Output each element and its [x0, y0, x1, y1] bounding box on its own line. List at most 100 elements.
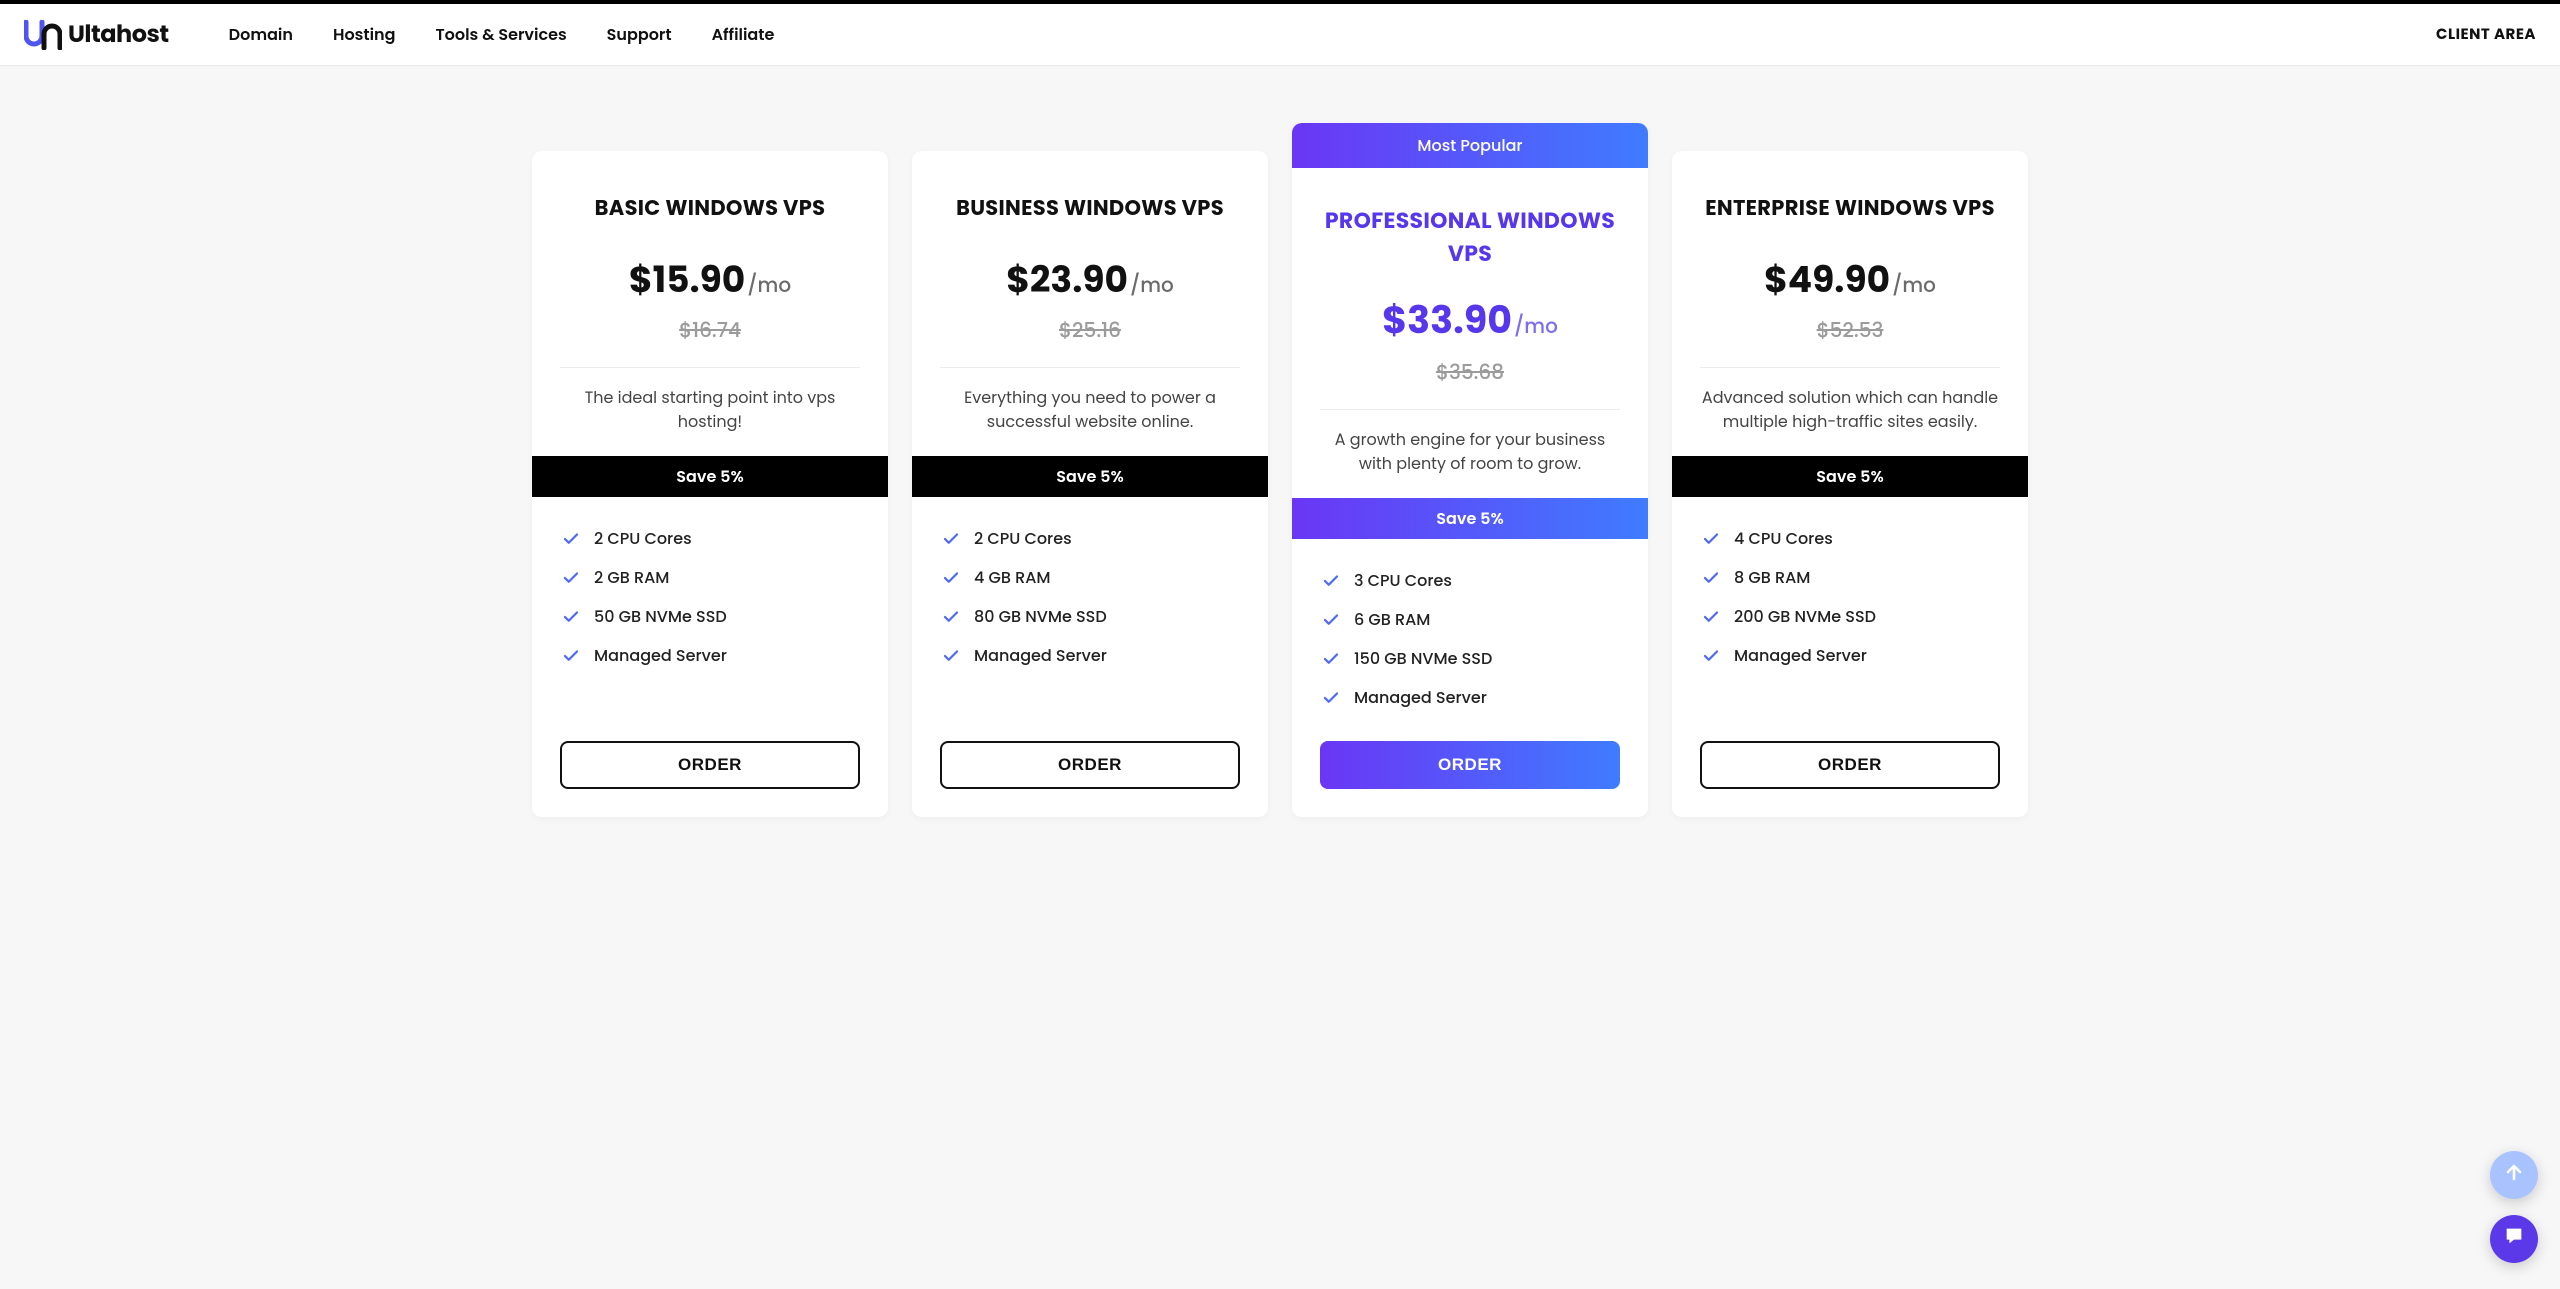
plan-card: BUSINESS WINDOWS VPS$23.90/mo$25.16Every… — [912, 151, 1268, 817]
feature-text: 8 GB RAM — [1734, 565, 1810, 590]
feature-item: 80 GB NVMe SSD — [942, 597, 1238, 636]
feature-item: Managed Server — [562, 636, 858, 675]
feature-item: 4 GB RAM — [942, 558, 1238, 597]
feature-text: 2 CPU Cores — [594, 526, 692, 551]
divider — [1320, 409, 1620, 410]
feature-item: 6 GB RAM — [1322, 600, 1618, 639]
check-icon — [562, 647, 580, 665]
check-icon — [562, 608, 580, 626]
plan-card: Most Popular PROFESSIONAL WINDOWS VPS $33.… — [1292, 123, 1648, 817]
price-period: /mo — [1514, 311, 1558, 341]
check-icon — [942, 608, 960, 626]
feature-item: Managed Server — [1322, 678, 1618, 717]
plan-header: BASIC WINDOWS VPS $15.90/mo $16.74 — [532, 151, 888, 345]
feature-text: Managed Server — [974, 643, 1107, 668]
feature-text: Managed Server — [1354, 685, 1487, 710]
plan-price: $49.90/mo — [1700, 252, 2000, 307]
plan-card: ENTERPRISE WINDOWS VPS $49.90/mo $52.53 Adv… — [1672, 151, 2028, 817]
price-amount: $15.90 — [629, 252, 745, 307]
feature-list: 4 CPU Cores 8 GB RAM 200 GB NVMe SSD Manage… — [1672, 519, 2028, 717]
check-icon — [562, 530, 580, 548]
price-amount: $23.90 — [1006, 252, 1128, 307]
plan-title: PROFESSIONAL WINDOWS VPS — [1320, 204, 1620, 270]
plan-title: ENTERPRISE WINDOWS VPS — [1700, 193, 2000, 224]
feature-text: 4 GB RAM — [974, 565, 1051, 590]
feature-text: 4 CPU Cores — [1734, 526, 1833, 551]
plan-header: BUSINESS WINDOWS VPS$23.90/mo$25.16 — [912, 151, 1268, 345]
feature-item: 8 GB RAM — [1702, 558, 1998, 597]
feature-list: 2 CPU Cores 4 GB RAM 80 GB NVMe SSD Managed… — [912, 519, 1268, 717]
feature-item: 2 CPU Cores — [562, 519, 858, 558]
feature-text: Managed Server — [1734, 643, 1867, 668]
check-icon — [1322, 611, 1340, 629]
nav-tools[interactable]: Tools & Services — [435, 22, 566, 47]
feature-text: 50 GB NVMe SSD — [594, 604, 727, 629]
divider — [940, 367, 1240, 368]
price-amount: $33.90 — [1382, 292, 1512, 349]
check-icon — [1322, 650, 1340, 668]
arrow-up-icon — [2504, 1162, 2524, 1189]
feature-text: 3 CPU Cores — [1354, 568, 1452, 593]
pricing-plans: BASIC WINDOWS VPS $15.90/mo $16.74 The idea… — [0, 66, 2560, 857]
divider — [1700, 367, 2000, 368]
feature-text: 150 GB NVMe SSD — [1354, 646, 1492, 671]
plan-title: BASIC WINDOWS VPS — [560, 193, 860, 224]
check-icon — [942, 530, 960, 548]
feature-item: 4 CPU Cores — [1702, 519, 1998, 558]
order-button[interactable]: ORDER — [940, 741, 1240, 789]
price-period: /mo — [747, 270, 791, 300]
check-icon — [562, 569, 580, 587]
feature-item: 2 GB RAM — [562, 558, 858, 597]
old-price: $25.16 — [940, 315, 1240, 345]
popular-badge: Most Popular — [1292, 123, 1648, 168]
plan-tagline: Advanced solution which can handle multi… — [1672, 386, 2028, 438]
divider — [560, 367, 860, 368]
brand-logo[interactable]: Ultahost — [24, 17, 169, 52]
order-button[interactable]: ORDER — [560, 741, 860, 789]
price-amount: $49.90 — [1764, 252, 1890, 307]
check-icon — [942, 569, 960, 587]
check-icon — [1702, 608, 1720, 626]
check-icon — [1702, 647, 1720, 665]
plan-price: $23.90/mo — [940, 252, 1240, 307]
feature-text: 200 GB NVMe SSD — [1734, 604, 1876, 629]
nav-domain[interactable]: Domain — [229, 22, 293, 47]
price-period: /mo — [1892, 270, 1936, 300]
chat-icon — [2503, 1225, 2525, 1254]
feature-item: 2 CPU Cores — [942, 519, 1238, 558]
plan-tagline: Everything you need to power a successfu… — [912, 386, 1268, 438]
check-icon — [942, 647, 960, 665]
plan-price: $15.90/mo — [560, 252, 860, 307]
site-header: Ultahost Domain Hosting Tools & Services… — [0, 4, 2560, 66]
save-band: Save 5% — [912, 456, 1268, 497]
client-area-link[interactable]: CLIENT AREA — [2436, 23, 2536, 46]
feature-item: 3 CPU Cores — [1322, 561, 1618, 600]
check-icon — [1322, 572, 1340, 590]
order-button[interactable]: ORDER — [1320, 741, 1620, 789]
save-band: Save 5% — [1672, 456, 2028, 497]
feature-item: 150 GB NVMe SSD — [1322, 639, 1618, 678]
feature-text: 2 CPU Cores — [974, 526, 1072, 551]
feature-item: 200 GB NVMe SSD — [1702, 597, 1998, 636]
save-band: Save 5% — [532, 456, 888, 497]
plan-header: ENTERPRISE WINDOWS VPS $49.90/mo $52.53 — [1672, 151, 2028, 345]
feature-text: Managed Server — [594, 643, 727, 668]
price-period: /mo — [1130, 270, 1174, 300]
old-price: $52.53 — [1700, 315, 2000, 345]
nav-affiliate[interactable]: Affiliate — [712, 22, 775, 47]
feature-item: Managed Server — [942, 636, 1238, 675]
brand-name: Ultahost — [68, 17, 169, 52]
feature-list: 2 CPU Cores 2 GB RAM 50 GB NVMe SSD Managed… — [532, 519, 888, 717]
plan-tagline: The ideal starting point into vps hostin… — [532, 386, 888, 438]
chat-button[interactable] — [2490, 1215, 2538, 1263]
old-price: $16.74 — [560, 315, 860, 345]
order-button[interactable]: ORDER — [1700, 741, 2000, 789]
check-icon — [1702, 569, 1720, 587]
feature-text: 80 GB NVMe SSD — [974, 604, 1107, 629]
nav-support[interactable]: Support — [607, 22, 672, 47]
scroll-top-button[interactable] — [2490, 1151, 2538, 1199]
nav-hosting[interactable]: Hosting — [333, 22, 395, 47]
old-price: $35.68 — [1320, 357, 1620, 387]
check-icon — [1702, 530, 1720, 548]
plan-card: BASIC WINDOWS VPS $15.90/mo $16.74 The idea… — [532, 151, 888, 817]
